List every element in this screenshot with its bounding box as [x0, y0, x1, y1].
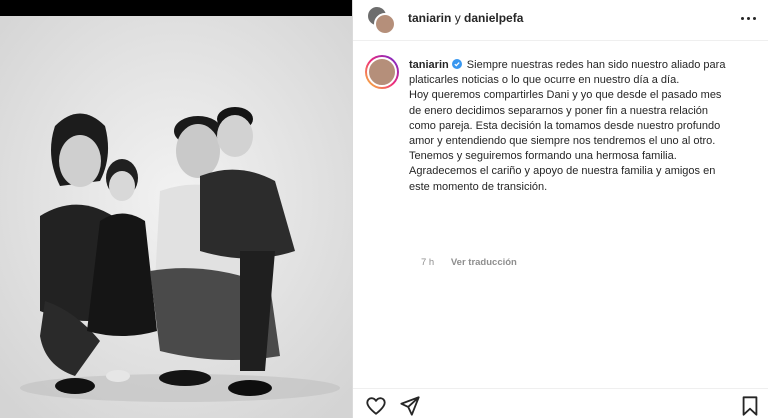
more-options-icon[interactable]	[737, 8, 759, 28]
family-photo	[0, 16, 352, 418]
avatar[interactable]	[374, 13, 396, 35]
post-header: taniarin y danielpefa	[353, 0, 768, 41]
post-photo	[0, 16, 352, 418]
caption-line: Tenemos y seguiremos formando una hermos…	[409, 150, 677, 163]
heart-icon[interactable]	[365, 395, 387, 417]
paper-plane-icon[interactable]	[399, 395, 421, 417]
caption-line: como pareja. Esta decisión la tomamos de…	[409, 119, 721, 132]
author-link-taniarin[interactable]: taniarin	[408, 11, 451, 25]
caption-meta: 7 h Ver traducción	[421, 257, 517, 268]
caption-line: Agradecemos el cariño y apoyo de nuestra…	[409, 165, 716, 178]
caption-username[interactable]: taniarin	[409, 59, 449, 71]
avatar[interactable]	[365, 55, 399, 89]
bookmark-icon[interactable]	[739, 395, 761, 417]
collab-avatars[interactable]	[366, 5, 396, 35]
see-translation-link[interactable]: Ver traducción	[451, 257, 517, 268]
caption-line: Hoy queremos compartirles Dani y yo que …	[409, 89, 722, 102]
caption-line: amor y entendiendo que siempre nos tendr…	[409, 135, 716, 148]
authors-separator: y	[454, 11, 461, 25]
verified-badge-icon	[451, 59, 462, 69]
caption-line: Siempre nuestras redes han sido nuestro …	[466, 59, 726, 71]
caption-line: este momento de transición.	[409, 180, 548, 193]
post-actions	[353, 388, 768, 419]
caption-line: platicarles noticias o lo que ocurre en …	[409, 74, 680, 87]
author-link-danielpefa[interactable]: danielpefa	[464, 11, 523, 25]
caption-line: de enero decidimos separarnos y poner fi…	[409, 104, 709, 117]
post-authors: taniarin y danielpefa	[408, 11, 523, 25]
post-timestamp[interactable]: 7 h	[421, 257, 434, 268]
caption-first-line: taniarin Siempre nuestras redes han sido…	[409, 58, 759, 73]
post-side-panel: taniarin y danielpefa taniarin Siempre n…	[352, 0, 768, 418]
caption-text: taniarin Siempre nuestras redes han sido…	[409, 58, 759, 195]
